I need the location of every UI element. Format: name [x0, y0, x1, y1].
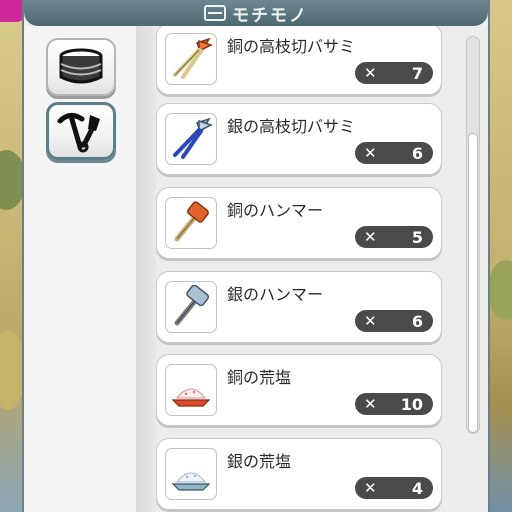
tab-tools[interactable]: [46, 102, 116, 160]
bag-icon: [204, 5, 226, 21]
list-item[interactable]: 銅の高枝切バサミ ✕ 7: [156, 26, 442, 95]
multiply-icon: ✕: [364, 228, 377, 246]
multiply-icon: ✕: [364, 144, 377, 162]
quantity-badge: ✕ 10: [355, 393, 433, 415]
quantity-value: 5: [411, 227, 423, 247]
category-sidebar: [24, 26, 136, 512]
multiply-icon: ✕: [364, 479, 377, 497]
multiply-icon: ✕: [364, 395, 377, 413]
multiply-icon: ✕: [364, 312, 377, 330]
pickaxe-shovel-icon: [57, 113, 100, 153]
quantity-value: 4: [411, 478, 423, 498]
silver-pruning-shears-icon: [173, 117, 213, 159]
silver-salt-icon: [171, 472, 211, 491]
item-thumbnail: [165, 197, 217, 249]
copper-salt-icon: [171, 388, 211, 407]
item-name: 銅の高枝切バサミ: [227, 37, 356, 56]
list-item[interactable]: 銀の高枝切バサミ ✕ 6: [156, 103, 442, 175]
panel-title: モチモノ: [232, 5, 308, 26]
quantity-badge: ✕ 6: [355, 310, 433, 332]
quantity-value: 7: [411, 63, 423, 83]
item-name: 銅の荒塩: [227, 368, 292, 387]
item-thumbnail: [165, 281, 217, 333]
tab-materials[interactable]: [46, 38, 116, 96]
item-name: 銅のハンマー: [227, 201, 324, 220]
tin-can-icon: [59, 48, 103, 84]
list-item[interactable]: 銀の荒塩 ✕ 4: [156, 438, 442, 510]
quantity-value: 10: [400, 394, 423, 414]
quantity-badge: ✕ 4: [355, 477, 433, 499]
copper-pruning-shears-icon: [173, 37, 213, 79]
list-item[interactable]: 銅のハンマー ✕ 5: [156, 187, 442, 259]
quantity-value: 6: [411, 311, 423, 331]
silver-hammer-icon: [174, 285, 210, 326]
list-item[interactable]: 銀のハンマー ✕ 6: [156, 271, 442, 343]
item-thumbnail: [165, 33, 217, 85]
item-thumbnail: [165, 364, 217, 416]
quantity-badge: ✕ 7: [355, 62, 433, 84]
item-thumbnail: [165, 113, 217, 165]
multiply-icon: ✕: [364, 64, 377, 82]
item-name: 銀の荒塩: [227, 452, 292, 471]
list-scrollbar[interactable]: [466, 36, 480, 434]
quantity-badge: ✕ 5: [355, 226, 433, 248]
item-thumbnail: [165, 448, 217, 500]
item-name: 銀のハンマー: [227, 285, 324, 304]
panel-title-bar: モチモノ: [24, 0, 488, 26]
item-list: 銅の高枝切バサミ ✕ 7 銀の高枝切バサミ ✕ 6 銅のハンマー ✕ 5 銀のハ…: [156, 26, 476, 512]
inventory-panel: モチモノ 銅の高枝切バサミ ✕ 7 銀の高枝切バサミ ✕ 6 銅のハンマー ✕ …: [22, 0, 490, 512]
list-item[interactable]: 銅の荒塩 ✕ 10: [156, 354, 442, 426]
item-name: 銀の高枝切バサミ: [227, 117, 356, 136]
quantity-value: 6: [411, 143, 423, 163]
quantity-badge: ✕ 6: [355, 142, 433, 164]
copper-hammer-icon: [174, 201, 209, 242]
scrollbar-thumb[interactable]: [468, 133, 478, 433]
sidebar-divider: [136, 26, 156, 512]
